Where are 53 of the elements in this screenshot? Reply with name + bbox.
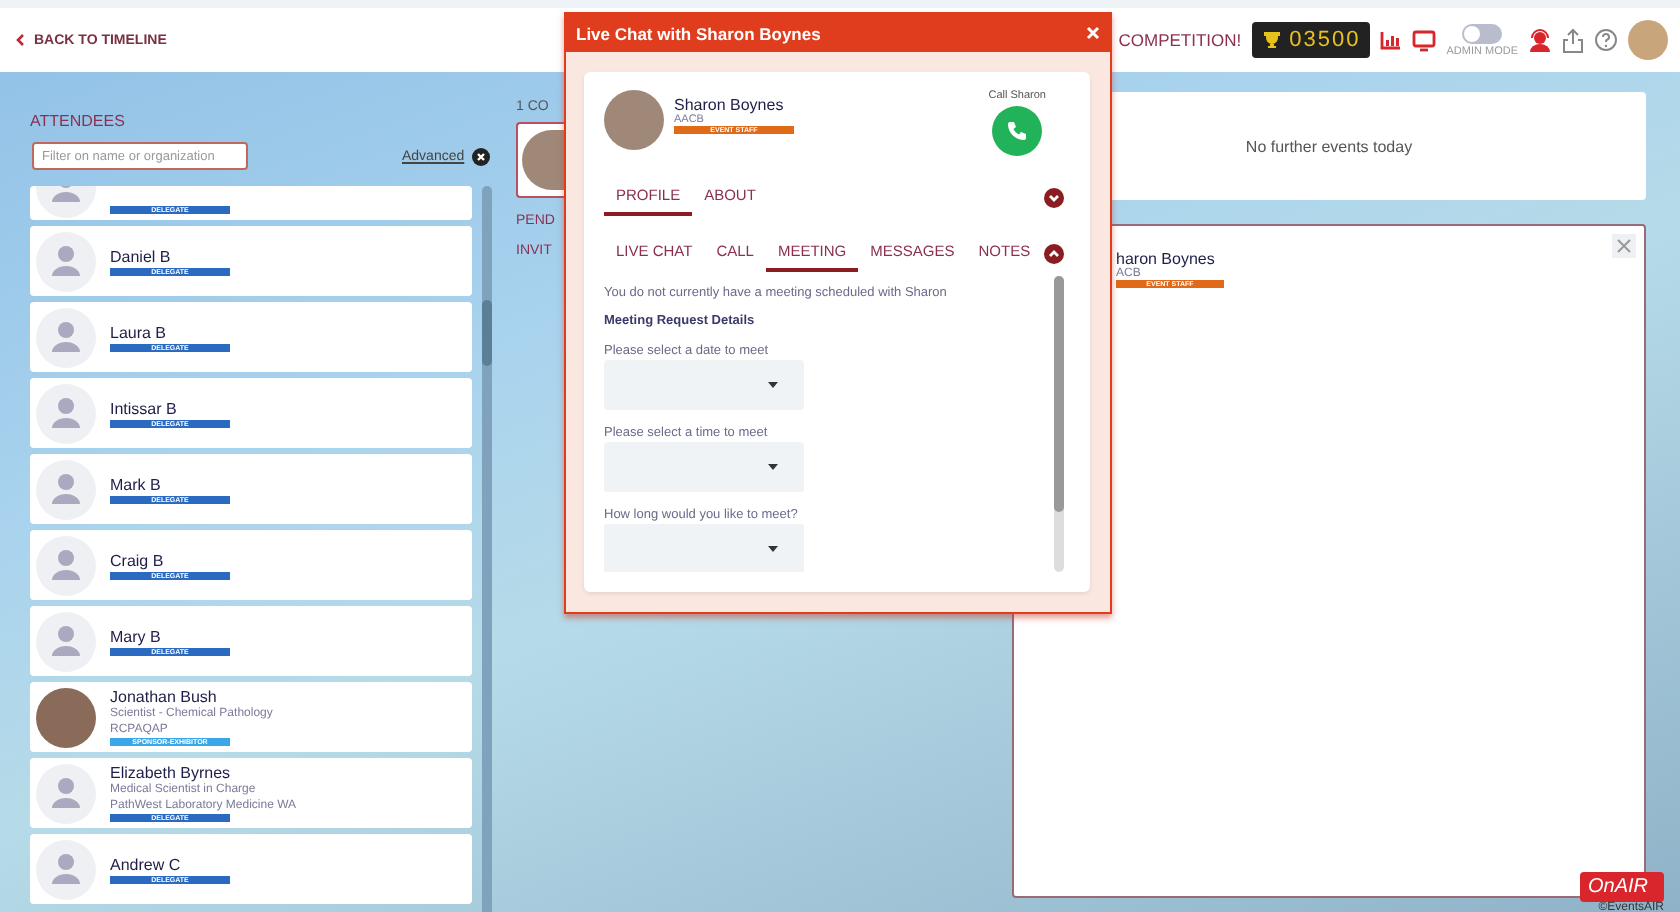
person-silhouette-icon (36, 535, 96, 595)
chevron-up-icon[interactable] (1044, 244, 1064, 264)
competition-label: COMPETITION! (1118, 30, 1242, 50)
scrollbar[interactable] (482, 186, 492, 912)
person-silhouette-icon (36, 383, 96, 443)
attendee-name: Craig B (110, 551, 166, 571)
headset-person-icon[interactable] (1528, 28, 1552, 52)
chevron-down-icon[interactable] (1044, 188, 1064, 208)
dropdown-field[interactable] (604, 442, 804, 492)
user-avatar[interactable] (1628, 20, 1668, 60)
events-message: No further events today (1245, 137, 1413, 155)
help-icon[interactable] (1594, 28, 1618, 52)
scrollbar[interactable] (1054, 276, 1064, 572)
attendee-name: Mary B (110, 627, 163, 647)
share-icon[interactable] (1562, 27, 1584, 53)
person-silhouette-icon (36, 459, 96, 519)
score-value: 03500 (1289, 28, 1361, 52)
dropdown-field[interactable] (604, 360, 804, 410)
profile-name: haron Boynes (1116, 250, 1215, 268)
attendee-name: Elizabeth Byrnes (110, 764, 233, 783)
bar-chart-icon[interactable] (1380, 30, 1403, 50)
person-silhouette-icon (36, 839, 96, 899)
person-silhouette-icon (36, 763, 96, 823)
attendee-name: Intissar B (110, 399, 179, 419)
dropdown-caret-icon (768, 546, 778, 552)
photo-placeholder (36, 687, 96, 747)
trophy-icon (1261, 30, 1282, 50)
onair-logo: OnAIR (1579, 872, 1664, 902)
dropdown-field[interactable] (604, 524, 804, 572)
person-silhouette-icon (36, 307, 96, 367)
attendees-title: ATTENDEES (30, 112, 125, 130)
attendee-name: Laura B (110, 323, 169, 343)
dropdown-caret-icon (768, 464, 778, 470)
attendee-name: Mark B (110, 475, 163, 495)
attendee-name: Daniel B (110, 247, 173, 267)
contact-card[interactable] (516, 122, 564, 198)
person-name: Sharon Boynes (674, 96, 786, 114)
dialog-title: Live Chat with Sharon Boynes (576, 23, 821, 43)
person-silhouette-icon (36, 611, 96, 671)
photo-placeholder (604, 90, 664, 150)
score-badge[interactable]: 03500 (1251, 22, 1371, 58)
call-button[interactable] (992, 106, 1043, 156)
close-icon[interactable] (1612, 234, 1636, 258)
attendee-name: Jonathan Bush (110, 688, 219, 707)
admin-mode-toggle[interactable] (1462, 23, 1503, 43)
attendee-name: Andrew C (110, 855, 183, 875)
dropdown-caret-icon (768, 382, 778, 388)
back-chevron-icon (16, 33, 24, 45)
phone-icon (1006, 120, 1029, 142)
close-icon[interactable] (1086, 26, 1100, 40)
person-silhouette-icon (36, 231, 96, 291)
monitor-icon[interactable] (1412, 29, 1437, 51)
close-circle-icon[interactable] (472, 147, 491, 165)
